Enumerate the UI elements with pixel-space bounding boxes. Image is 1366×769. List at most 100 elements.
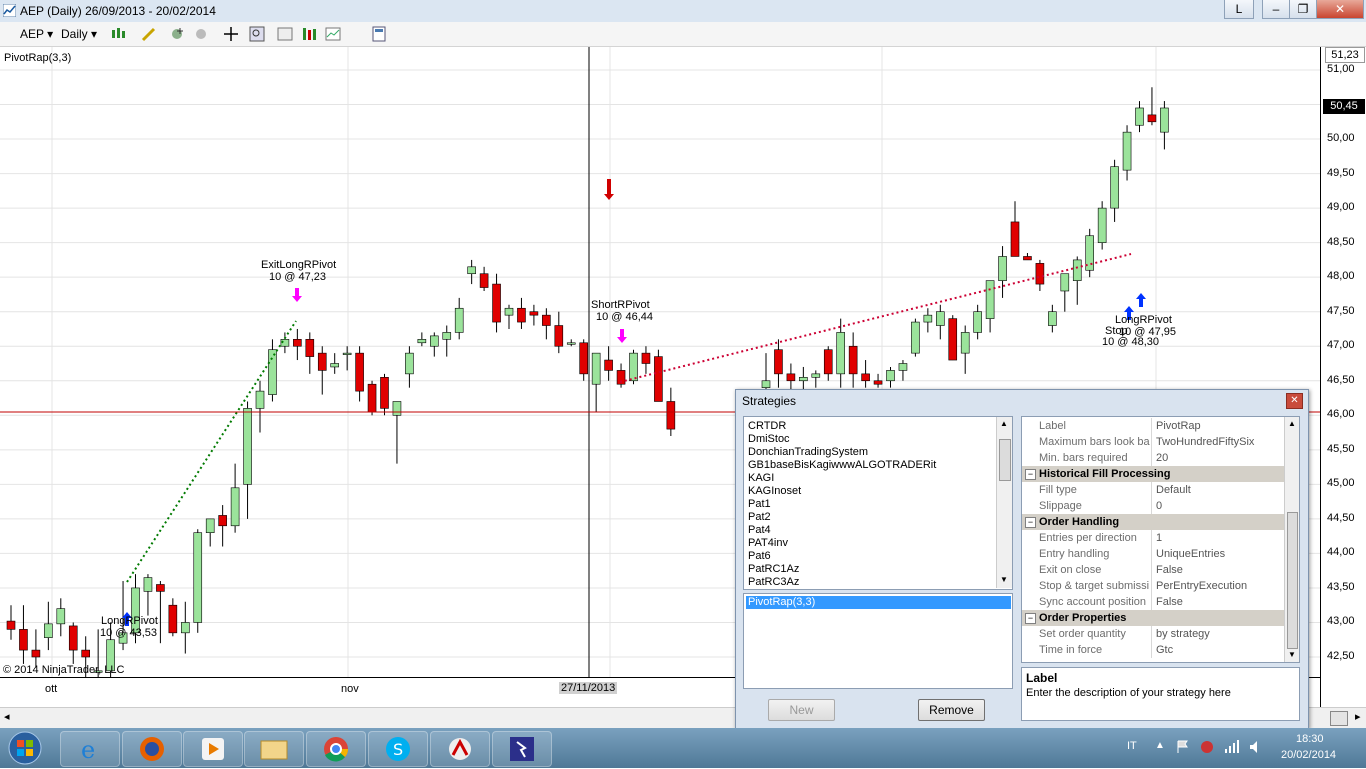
- property-value[interactable]: TwoHundredFiftySix: [1156, 434, 1254, 450]
- strategy-list-item[interactable]: Pat4: [748, 524, 771, 537]
- app-icon-purple[interactable]: [492, 731, 552, 767]
- strategy-list-item[interactable]: Pat6: [748, 550, 771, 563]
- property-row[interactable]: Label PivotRap: [1022, 418, 1284, 434]
- property-category[interactable]: − Order Handling: [1022, 514, 1284, 530]
- property-row[interactable]: Time in force Gtc: [1022, 642, 1284, 658]
- prop-scroll-thumb[interactable]: [1287, 512, 1298, 649]
- close-button[interactable]: ✕: [1316, 0, 1364, 19]
- ninjatrader-icon[interactable]: [430, 731, 490, 767]
- candle: [392, 401, 402, 464]
- property-category[interactable]: − Historical Fill Processing: [1022, 466, 1284, 482]
- strategy-list-item[interactable]: PatRC3Az: [748, 576, 799, 589]
- property-row[interactable]: Entries per direction 1: [1022, 530, 1284, 546]
- property-row[interactable]: Min. bars required 20: [1022, 450, 1284, 466]
- property-value[interactable]: False: [1156, 562, 1183, 578]
- drawing-pencil-icon[interactable]: [140, 25, 158, 43]
- property-value[interactable]: Gtc: [1156, 642, 1173, 658]
- strategy-list-item[interactable]: CRTDR: [748, 420, 786, 433]
- prop-scroll-up-icon[interactable]: ▲: [1288, 419, 1296, 428]
- property-value[interactable]: 0: [1156, 498, 1162, 514]
- scroll-right-arrow-icon[interactable]: ▸: [1355, 710, 1361, 723]
- remove-indicator-icon[interactable]: [192, 25, 210, 43]
- tray-expand-icon[interactable]: ▲: [1155, 740, 1165, 751]
- candle: [948, 315, 958, 361]
- added-strategy-item[interactable]: PivotRap(3,3): [746, 596, 1011, 609]
- media-player-icon[interactable]: [183, 731, 243, 767]
- prop-scroll-down-icon[interactable]: ▼: [1288, 650, 1296, 659]
- property-row[interactable]: Entry handling UniqueEntries: [1022, 546, 1284, 562]
- chart-trader-icon[interactable]: [324, 25, 342, 43]
- chrome-icon[interactable]: [306, 731, 366, 767]
- zoom-icon[interactable]: [248, 25, 266, 43]
- instrument-selector[interactable]: AEP ▾: [20, 26, 53, 42]
- strategies-icon[interactable]: [300, 25, 318, 43]
- dialog-close-button[interactable]: ✕: [1286, 393, 1303, 409]
- collapse-icon[interactable]: −: [1025, 613, 1036, 624]
- property-value[interactable]: 20: [1156, 450, 1168, 466]
- property-value[interactable]: PivotRap: [1156, 418, 1201, 434]
- property-value[interactable]: False: [1156, 594, 1183, 610]
- available-strategies-list[interactable]: CRTDR DmiStoc DonchianTradingSystem GB1base…: [743, 416, 1013, 590]
- add-indicator-icon[interactable]: [168, 25, 186, 43]
- strategy-list-item[interactable]: KAGInoset: [748, 485, 801, 498]
- strategy-list-item[interactable]: KAGI: [748, 472, 774, 485]
- action-center-flag-icon[interactable]: [1176, 740, 1190, 754]
- remove-button[interactable]: Remove: [918, 699, 985, 721]
- property-row[interactable]: Stop & target submissi PerEntryExecution: [1022, 578, 1284, 594]
- clock-time[interactable]: 18:30: [1296, 733, 1324, 745]
- strategy-list-item[interactable]: Pat1: [748, 498, 771, 511]
- property-row[interactable]: Set order quantity by strategy: [1022, 626, 1284, 642]
- volume-icon[interactable]: [1249, 740, 1263, 754]
- candle: [848, 332, 858, 388]
- strategy-list-item[interactable]: GB1baseBisKagiwwwALGOTRADERit: [748, 459, 936, 472]
- property-value[interactable]: Default: [1156, 482, 1191, 498]
- firefox-icon[interactable]: [122, 731, 182, 767]
- restore-button[interactable]: ❐: [1289, 0, 1317, 19]
- added-strategies-list[interactable]: PivotRap(3,3): [743, 593, 1013, 689]
- properties-icon[interactable]: [276, 25, 294, 43]
- strategy-list-item[interactable]: DmiStoc: [748, 433, 790, 446]
- property-row[interactable]: Sync account position False: [1022, 594, 1284, 610]
- new-button[interactable]: New: [768, 699, 835, 721]
- minimize-button[interactable]: –: [1262, 0, 1290, 19]
- internet-explorer-icon[interactable]: e: [60, 731, 120, 767]
- start-button-icon[interactable]: [4, 730, 46, 766]
- property-row[interactable]: Maximum bars look ba TwoHundredFiftySix: [1022, 434, 1284, 450]
- property-row[interactable]: Fill type Default: [1022, 482, 1284, 498]
- property-value[interactable]: 1: [1156, 530, 1162, 546]
- language-indicator[interactable]: IT: [1127, 740, 1137, 752]
- current-price-marker: 50,45: [1323, 99, 1365, 114]
- collapse-icon[interactable]: −: [1025, 517, 1036, 528]
- property-row[interactable]: Slippage 0: [1022, 498, 1284, 514]
- property-scrollbar[interactable]: ▲ ▼: [1284, 417, 1299, 662]
- candle-body: [429, 335, 439, 347]
- strategy-list-item[interactable]: PAT4inv: [748, 537, 788, 550]
- property-value[interactable]: UniqueEntries: [1156, 546, 1225, 562]
- period-selector[interactable]: Daily ▾: [61, 26, 97, 42]
- property-grid[interactable]: Label PivotRap Maximum bars look ba TwoHund…: [1021, 416, 1300, 663]
- strategy-list-item[interactable]: PatRC1Az: [748, 563, 799, 576]
- candlestick-style-icon[interactable]: [110, 25, 128, 43]
- link-button[interactable]: L: [1224, 0, 1254, 19]
- collapse-icon[interactable]: −: [1025, 469, 1036, 480]
- scroll-thumb[interactable]: [1330, 711, 1348, 726]
- skype-icon[interactable]: S: [368, 731, 428, 767]
- property-value[interactable]: PerEntryExecution: [1156, 578, 1247, 594]
- property-value[interactable]: by strategy: [1156, 626, 1210, 642]
- clock-date[interactable]: 20/02/2014: [1281, 749, 1336, 761]
- strategies-scroll-thumb[interactable]: [999, 439, 1011, 481]
- property-category[interactable]: − Order Properties: [1022, 610, 1284, 626]
- scroll-down-icon[interactable]: ▼: [1000, 575, 1008, 584]
- security-tray-icon[interactable]: [1200, 740, 1214, 754]
- property-row[interactable]: Exit on close False: [1022, 562, 1284, 578]
- strategy-list-item[interactable]: Pat2: [748, 511, 771, 524]
- data-box-icon[interactable]: [370, 25, 388, 43]
- network-signal-icon[interactable]: [1224, 740, 1240, 754]
- scroll-up-icon[interactable]: ▲: [1000, 419, 1008, 428]
- strategy-list-item[interactable]: DonchianTradingSystem: [748, 446, 868, 459]
- scroll-left-arrow-icon[interactable]: ◂: [4, 710, 10, 723]
- crosshair-icon[interactable]: [222, 25, 240, 43]
- price-axis[interactable]: 51,23 51,0050,5050,0049,5049,0048,5048,0…: [1320, 47, 1366, 707]
- strategies-scrollbar[interactable]: ▲ ▼: [996, 417, 1012, 588]
- file-explorer-icon[interactable]: [244, 731, 304, 767]
